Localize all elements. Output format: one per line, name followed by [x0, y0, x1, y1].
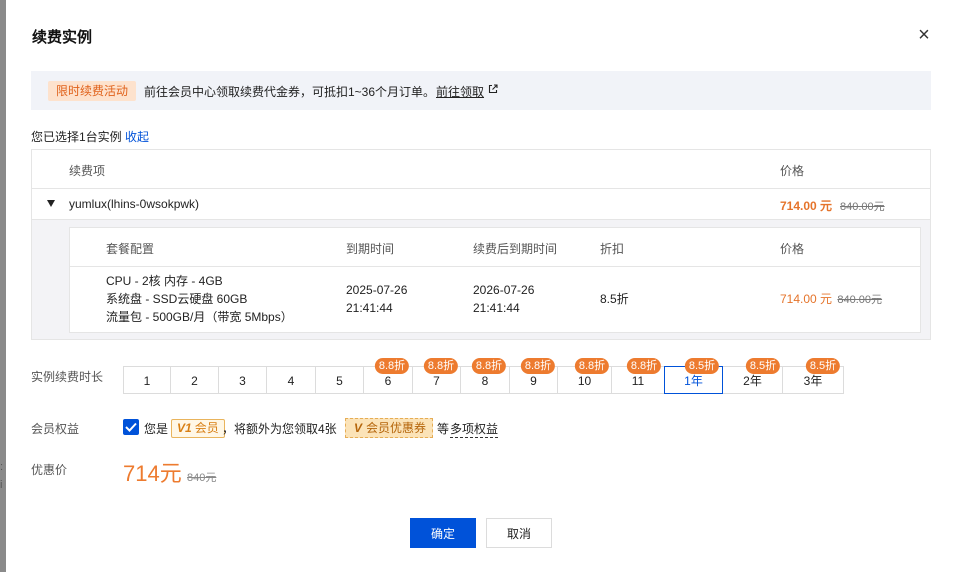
selection-info: 您已选择1台实例	[31, 130, 122, 144]
member-coupon-badge: V 会员优惠券	[345, 418, 434, 438]
detail-original-price: 840.00元	[837, 294, 883, 306]
caret-down-icon[interactable]	[47, 200, 55, 207]
duration-option-4[interactable]: 4	[266, 366, 316, 394]
instance-name: yumlux(lhins-0wsokpwk)	[69, 197, 200, 211]
promo-tag: 限时续费活动	[48, 81, 137, 101]
promo-banner: 限时续费活动 前往会员中心领取续费代金券，可抵扣1~36个月订单。 前往领取	[31, 71, 931, 110]
discount-cell: 8.5折	[600, 292, 629, 306]
member-text-you: 您是	[144, 422, 169, 436]
duration-option-2[interactable]: 2	[170, 366, 219, 394]
member-label: 会员权益	[31, 422, 80, 436]
discount-badge: 8.5折	[684, 358, 720, 374]
final-price: 714元	[123, 461, 182, 486]
renew-expire-cell: 2026-07-26 21:41:44	[473, 281, 534, 317]
collapse-link[interactable]: 收起	[125, 128, 149, 145]
final-price-label: 优惠价	[31, 463, 68, 477]
promo-text: 前往会员中心领取续费代金券，可抵扣1~36个月订单。	[144, 85, 436, 99]
more-rights-link[interactable]: 多项权益	[450, 420, 499, 438]
header-price: 价格	[780, 242, 805, 256]
dialog-title: 续费实例	[32, 29, 93, 46]
discount-badge: 8.8折	[374, 358, 410, 374]
header-price: 价格	[780, 164, 805, 178]
discount-badge: 8.8折	[626, 358, 662, 374]
discount-badge: 8.8折	[520, 358, 556, 374]
duration-option-3[interactable]: 3	[218, 366, 267, 394]
header-config: 套餐配置	[106, 242, 155, 256]
external-link-icon[interactable]	[488, 84, 498, 94]
renew-time: 21:41:44	[473, 301, 520, 315]
member-text-etc: 等	[437, 422, 450, 436]
config-cell: CPU - 2核 内存 - 4GB 系统盘 - SSD云硬盘 60GB 流量包 …	[106, 272, 293, 326]
header-expire: 到期时间	[346, 242, 395, 256]
detail-table: 套餐配置 到期时间 续费后到期时间 折扣 价格 CPU - 2核 内存 - 4G…	[69, 227, 921, 333]
member-checkbox[interactable]	[123, 419, 139, 435]
renew-date: 2026-07-26	[473, 283, 535, 297]
header-renew-expire: 续费后到期时间	[473, 242, 558, 256]
member-text-extra: ，将额外为您领取4张	[222, 422, 337, 436]
cancel-button[interactable]: 取消	[486, 518, 552, 548]
duration-label: 实例续费时长	[31, 370, 104, 384]
final-original-price: 840元	[187, 472, 217, 484]
config-line: 流量包 - 500GB/月（带宽 5Mbps）	[106, 310, 293, 324]
table-header: 续费项 价格	[32, 150, 930, 189]
checkmark-icon	[125, 422, 137, 432]
header-item: 续费项	[69, 164, 106, 178]
expire-date: 2025-07-26	[346, 283, 408, 297]
discount-badge: 8.8折	[423, 358, 459, 374]
duration-option-5[interactable]: 5	[315, 366, 364, 394]
price-cell: 714.00 元 840.00元	[780, 290, 882, 309]
expire-time: 21:41:44	[346, 301, 393, 315]
discount-badge: 8.8折	[471, 358, 507, 374]
config-line: CPU - 2核 内存 - 4GB	[106, 274, 223, 288]
header-discount: 折扣	[600, 242, 625, 256]
confirm-button[interactable]: 确定	[410, 518, 476, 548]
discount-badge: 8.8折	[574, 358, 610, 374]
discount-badge: 8.5折	[805, 358, 841, 374]
v1-member-badge: V1 会员	[171, 419, 225, 438]
background-glyph: i	[0, 479, 3, 491]
discount-badge: 8.5折	[745, 358, 781, 374]
expire-cell: 2025-07-26 21:41:44	[346, 281, 407, 317]
instance-row[interactable]: yumlux(lhins-0wsokpwk) 714.00 元 840.00元	[32, 189, 930, 220]
detail-header: 套餐配置 到期时间 续费后到期时间 折扣 价格	[70, 228, 920, 267]
instance-price: 714.00 元	[780, 199, 833, 213]
promo-link[interactable]: 前往领取	[436, 83, 484, 100]
renew-table: 续费项 价格 yumlux(lhins-0wsokpwk) 714.00 元 8…	[31, 149, 931, 340]
config-line: 系统盘 - SSD云硬盘 60GB	[106, 292, 248, 306]
detail-row: CPU - 2核 内存 - 4GB 系统盘 - SSD云硬盘 60GB 流量包 …	[70, 267, 920, 332]
close-icon[interactable]: ×	[914, 25, 934, 45]
duration-option-1[interactable]: 1	[123, 366, 171, 394]
detail-price: 714.00 元	[780, 292, 833, 306]
background-glyph: :	[0, 461, 4, 473]
instance-original-price: 840.00元	[840, 201, 885, 213]
